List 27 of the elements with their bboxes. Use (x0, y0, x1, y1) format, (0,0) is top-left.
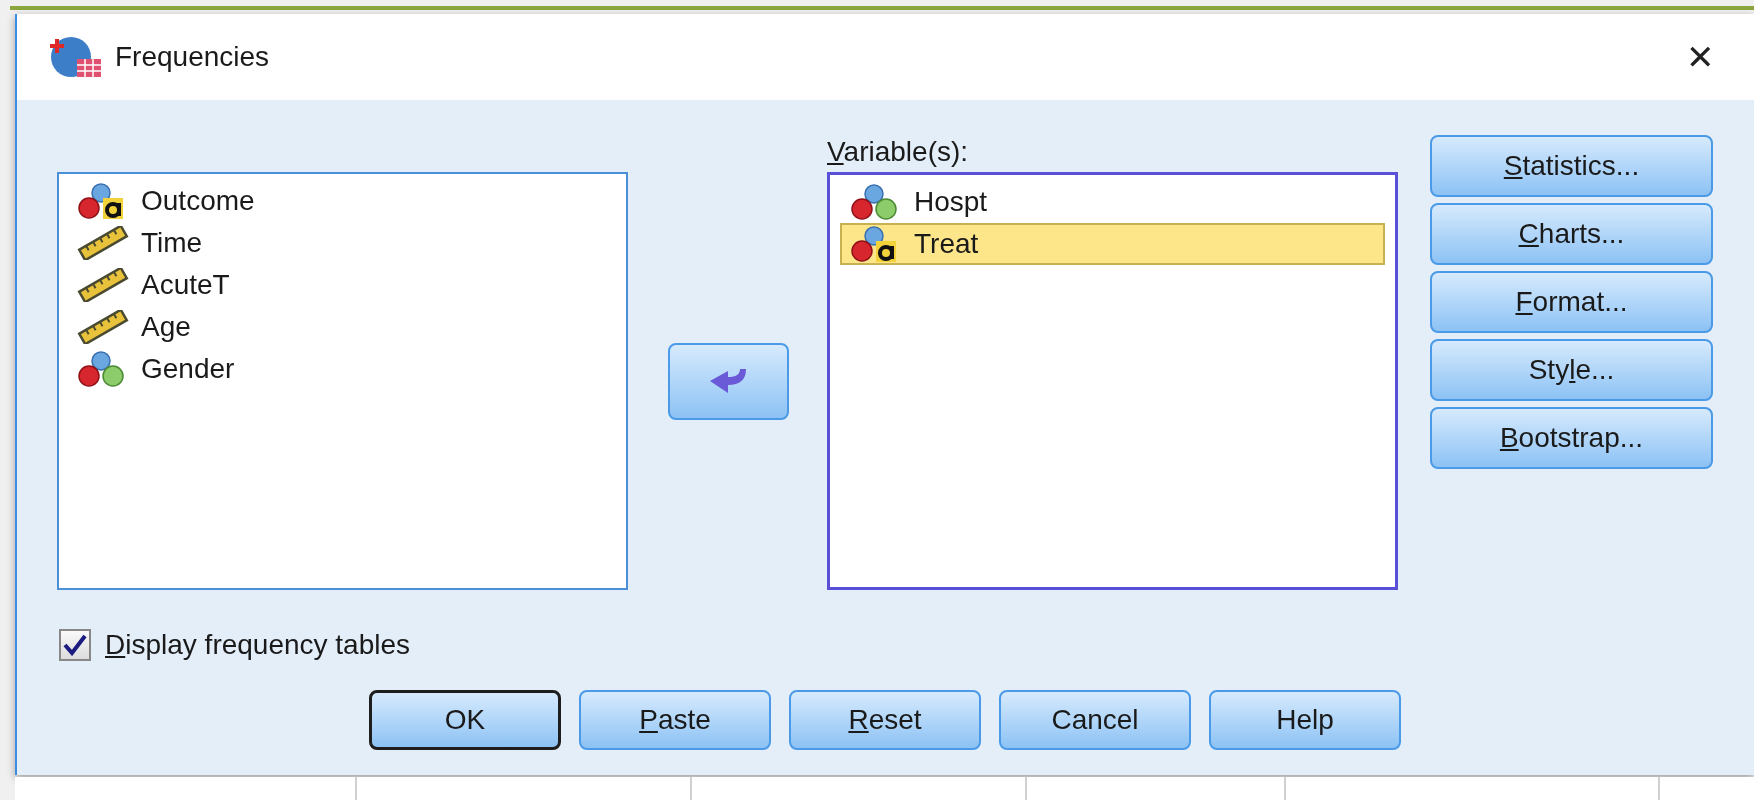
dialog-button[interactable]: Help (1209, 690, 1401, 750)
checkbox-label: Display frequency tables (105, 628, 411, 662)
dialog-button[interactable]: Style... (1430, 339, 1713, 401)
variable-name[interactable]: AcuteT (141, 264, 230, 306)
variable-list-item[interactable]: Treat (840, 223, 1385, 265)
close-button[interactable]: ✕ (1676, 31, 1724, 83)
dialog-button[interactable]: Charts... (1430, 203, 1713, 265)
variables-label: Variable(s): (827, 136, 970, 169)
window-title: Frequencies (115, 40, 270, 74)
dialog-button[interactable]: Cancel (999, 690, 1191, 750)
dialog-button[interactable]: Bootstrap... (1430, 407, 1713, 469)
variable-name[interactable]: Outcome (141, 180, 255, 222)
variable-list-item[interactable]: Hospt (840, 181, 1385, 223)
dialog-button[interactable]: OK (369, 690, 561, 750)
dialog-button[interactable]: Paste (579, 690, 771, 750)
source-variable-list[interactable]: Outcome Time AcuteT Age Gender (57, 172, 628, 590)
move-button[interactable] (668, 343, 789, 420)
target-variable-list[interactable]: Hospt Treat (827, 172, 1398, 590)
dialog-button[interactable]: Format... (1430, 271, 1713, 333)
dialog-button[interactable]: Reset (789, 690, 981, 750)
variable-name[interactable]: Age (141, 306, 191, 348)
app-icon (47, 35, 103, 79)
variable-name[interactable]: Time (141, 222, 203, 264)
dialog-button[interactable]: Statistics... (1430, 135, 1713, 197)
checkbox[interactable] (59, 629, 91, 661)
check-icon (63, 634, 87, 656)
variable-name[interactable]: Gender (141, 348, 235, 390)
